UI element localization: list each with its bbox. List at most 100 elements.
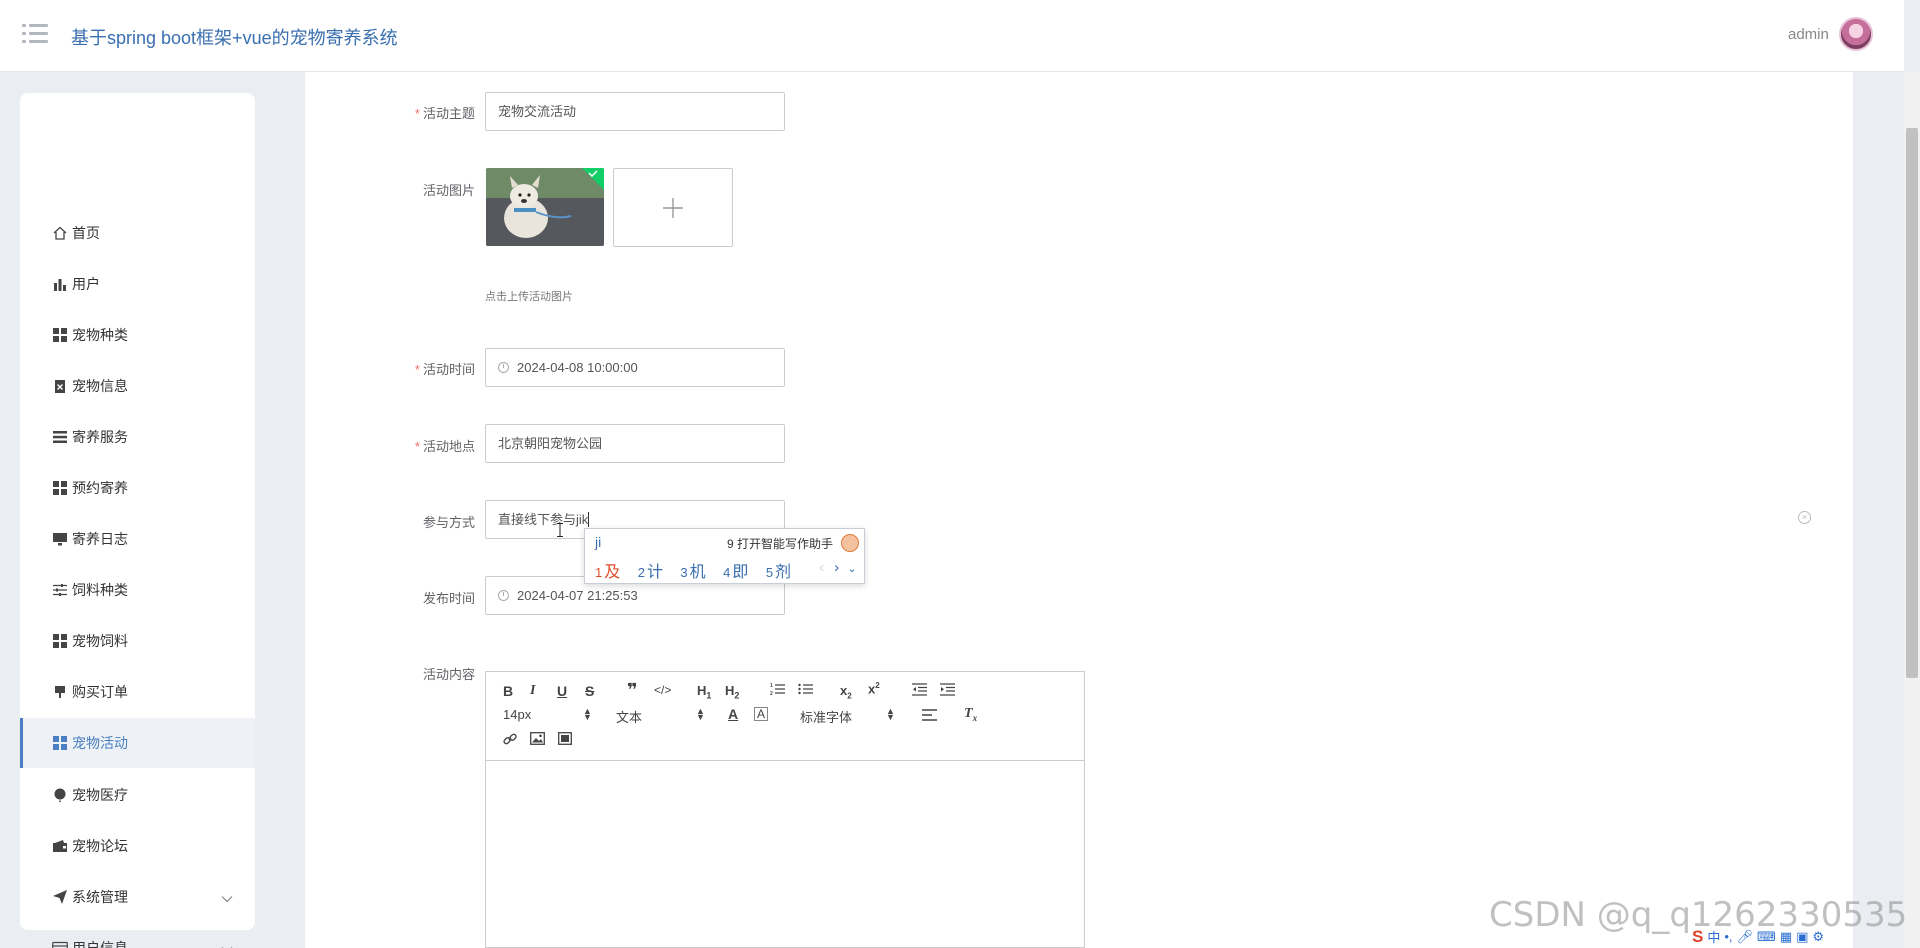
chevron-right-icon[interactable]: › bbox=[834, 559, 839, 576]
clock-icon bbox=[498, 362, 509, 373]
sidebar-item-booking[interactable]: 预约寄养 bbox=[20, 463, 255, 513]
text-color-icon[interactable]: A bbox=[728, 706, 738, 722]
publish-time-value: 2024-04-07 21:25:53 bbox=[517, 588, 638, 603]
image-icon[interactable] bbox=[530, 732, 545, 748]
clock-icon bbox=[498, 590, 509, 601]
sidebar-item-system-management[interactable]: 系统管理 bbox=[20, 872, 255, 922]
ime-candidate[interactable]: 5剂 bbox=[766, 564, 791, 581]
editor-toolbar: B I U S ❞ </> H1 H2 12 x2 x2 14px ▲ ▼ 文本 … bbox=[486, 672, 1084, 761]
menu-toggle-icon[interactable] bbox=[22, 22, 50, 46]
link-icon[interactable] bbox=[503, 732, 517, 749]
list-icon bbox=[52, 429, 68, 445]
ime-candidate[interactable]: 4即 bbox=[723, 564, 748, 581]
ime-page-nav[interactable]: ‹ › ⌄ bbox=[819, 559, 857, 576]
sidebar-item-user-info[interactable]: 用户信息 bbox=[20, 923, 255, 948]
sidebar-item-label: 寄养日志 bbox=[72, 531, 128, 547]
code-block-icon[interactable]: </> bbox=[654, 683, 671, 697]
bullet-list-icon[interactable] bbox=[798, 682, 813, 699]
chevron-down-icon bbox=[221, 890, 233, 906]
sidebar-item-label: 寄养服务 bbox=[72, 429, 128, 445]
select-arrows-icon: ▲ ▼ bbox=[886, 706, 895, 722]
activity-image-thumbnail[interactable] bbox=[486, 168, 604, 246]
sidebar-item-pet-feed[interactable]: 宠物饲料 bbox=[20, 616, 255, 666]
publish-time-label: 发布时间 bbox=[422, 591, 475, 606]
sidebar-item-pet-category[interactable]: 宠物种类 bbox=[20, 310, 255, 360]
sidebar-item-orders[interactable]: 购买订单 bbox=[20, 667, 255, 717]
monitor-icon bbox=[52, 531, 68, 547]
assistant-icon[interactable] bbox=[841, 534, 859, 552]
superscript-icon[interactable]: x2 bbox=[868, 681, 880, 696]
settings-icon[interactable]: ⚙︎ bbox=[1812, 929, 1824, 945]
svg-text:2: 2 bbox=[770, 691, 773, 696]
clipboard-icon bbox=[52, 378, 68, 394]
bold-icon[interactable]: B bbox=[503, 683, 513, 699]
sidebar-item-feed-category[interactable]: 饲料种类 bbox=[20, 565, 255, 615]
sidebar-item-label: 预约寄养 bbox=[72, 480, 128, 496]
grid-icon bbox=[52, 327, 68, 343]
sidebar-item-pet-info[interactable]: 宠物信息 bbox=[20, 361, 255, 411]
theme-input[interactable]: 宠物交流活动 bbox=[485, 92, 785, 131]
ime-assistant-link[interactable]: 9 打开智能写作助手 bbox=[727, 535, 833, 552]
top-header: 基于spring boot框架+vue的宠物寄养系统 admin bbox=[0, 0, 1904, 72]
blockquote-icon[interactable]: ❞ bbox=[627, 680, 638, 701]
scrollbar-thumb[interactable] bbox=[1906, 128, 1918, 678]
text-cursor-icon bbox=[557, 523, 563, 537]
sidebar-item-users[interactable]: 用户 bbox=[20, 259, 255, 309]
username[interactable]: admin bbox=[1788, 26, 1829, 43]
indent-icon[interactable] bbox=[940, 683, 955, 699]
underline-icon[interactable]: U bbox=[557, 683, 567, 699]
bar-chart-icon bbox=[52, 276, 68, 292]
toolbox-icon[interactable]: ▣ bbox=[1796, 929, 1808, 945]
activity-time-picker[interactable]: 2024-04-08 10:00:00 bbox=[485, 348, 785, 387]
heading2-icon[interactable]: H2 bbox=[725, 683, 739, 701]
sidebar-item-pet-activity[interactable]: 宠物活动 bbox=[20, 718, 255, 768]
align-icon[interactable] bbox=[922, 709, 937, 725]
sidebar-item-label: 宠物论坛 bbox=[72, 838, 128, 854]
sidebar-item-boarding-service[interactable]: 寄养服务 bbox=[20, 412, 255, 462]
sidebar-item-label: 宠物信息 bbox=[72, 378, 128, 394]
stamp-icon bbox=[52, 684, 68, 700]
ime-tray[interactable]: S 中 •, 🎤︎ ⌨︎ ▦ ▣ ⚙︎ bbox=[1692, 925, 1920, 948]
activity-time-value: 2024-04-08 10:00:00 bbox=[517, 360, 638, 375]
chevron-down-icon[interactable]: ⌄ bbox=[847, 563, 856, 575]
outdent-icon[interactable] bbox=[912, 683, 927, 699]
sidebar-item-pet-medical[interactable]: 宠物医疗 bbox=[20, 770, 255, 820]
grid-icon bbox=[52, 480, 68, 496]
select-arrows-icon: ▲ ▼ bbox=[583, 706, 592, 722]
rich-text-editor[interactable]: B I U S ❞ </> H1 H2 12 x2 x2 14px ▲ ▼ 文本 … bbox=[485, 671, 1085, 948]
punctuation-icon[interactable]: •, bbox=[1724, 929, 1732, 944]
font-family-select[interactable]: 标准字体 ▲ ▼ bbox=[800, 707, 900, 726]
sidebar-item-boarding-log[interactable]: 寄养日志 bbox=[20, 514, 255, 564]
sidebar-item-label: 宠物医疗 bbox=[72, 787, 128, 803]
location-input[interactable]: 北京朝阳宠物公园 bbox=[485, 424, 785, 463]
avatar[interactable] bbox=[1839, 17, 1873, 51]
video-icon[interactable] bbox=[558, 732, 572, 748]
strikethrough-icon[interactable]: S bbox=[585, 683, 594, 699]
chinese-mode-icon[interactable]: 中 bbox=[1707, 927, 1720, 946]
ime-candidate[interactable]: 3机 bbox=[680, 564, 705, 581]
sidebar-item-pet-forum[interactable]: 宠物论坛 bbox=[20, 821, 255, 871]
ime-candidate[interactable]: 1及 bbox=[595, 564, 620, 581]
sidebar-item-label: 用户信息 bbox=[72, 940, 128, 948]
image-upload-button[interactable] bbox=[613, 168, 733, 247]
clear-format-icon[interactable]: Tx bbox=[964, 706, 977, 723]
grid-icon bbox=[52, 735, 68, 751]
ime-candidate-popup[interactable]: ji 9 打开智能写作助手 1及 2计 3机 4即 5剂 ‹ › ⌄ bbox=[584, 528, 865, 584]
font-size-select[interactable]: 14px ▲ ▼ bbox=[503, 706, 593, 723]
ordered-list-icon[interactable]: 12 bbox=[770, 682, 785, 699]
background-color-icon[interactable]: A bbox=[754, 707, 769, 721]
location-label: * 活动地点 bbox=[414, 439, 475, 454]
clear-icon[interactable]: × bbox=[1798, 511, 1811, 524]
chevron-down-icon bbox=[221, 941, 233, 948]
subscript-icon[interactable]: x2 bbox=[840, 683, 852, 701]
text-type-select[interactable]: 文本 ▲ ▼ bbox=[616, 707, 706, 726]
ime-candidate[interactable]: 2计 bbox=[638, 564, 663, 581]
sidebar-item-home[interactable]: 首页 bbox=[20, 208, 255, 258]
microphone-icon[interactable]: 🎤︎ bbox=[1737, 929, 1754, 945]
send-icon bbox=[52, 889, 68, 905]
skin-icon[interactable]: ▦ bbox=[1780, 929, 1792, 945]
heading1-icon[interactable]: H1 bbox=[697, 683, 711, 701]
keyboard-icon[interactable]: ⌨︎ bbox=[1757, 929, 1776, 945]
chevron-left-icon[interactable]: ‹ bbox=[819, 559, 824, 576]
italic-icon[interactable]: I bbox=[530, 683, 535, 699]
